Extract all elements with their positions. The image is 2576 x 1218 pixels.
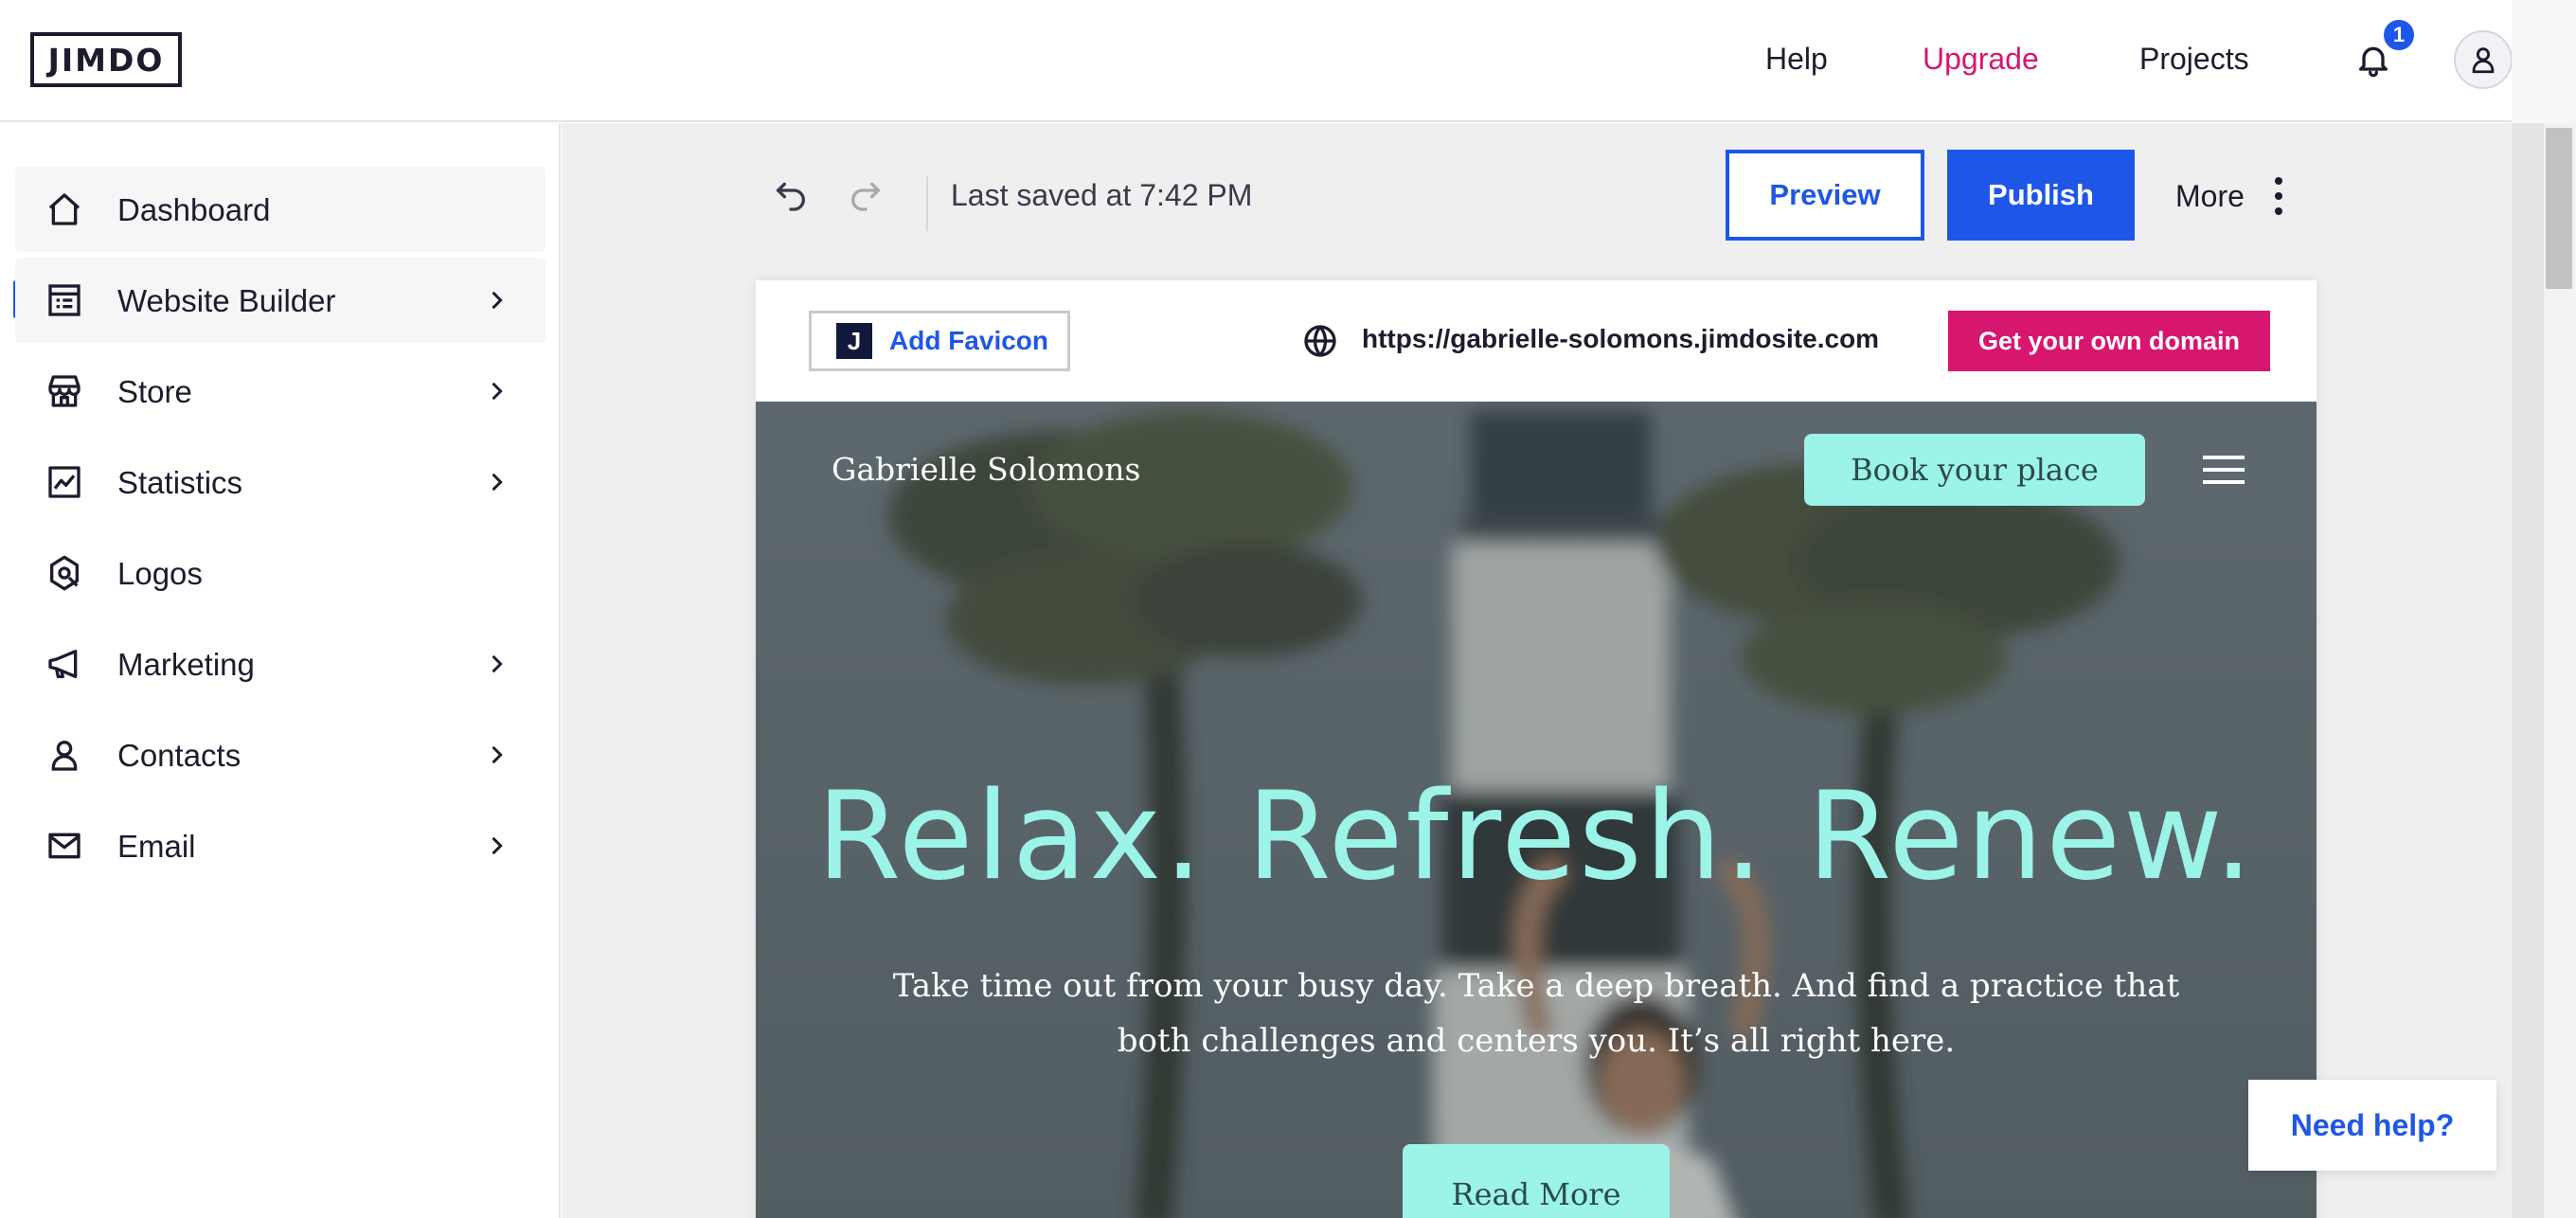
- sidebar-item-label: Marketing: [117, 647, 255, 682]
- chevron-right-icon: [492, 382, 503, 401]
- projects-link[interactable]: Projects: [2139, 42, 2249, 77]
- sidebar-item-label: Email: [117, 829, 196, 864]
- redo-icon[interactable]: [847, 176, 885, 214]
- upgrade-link[interactable]: Upgrade: [1923, 42, 2039, 77]
- preview-button[interactable]: Preview: [1726, 150, 1924, 241]
- sidebar-item-dashboard[interactable]: Dashboard: [15, 167, 546, 252]
- sidebar-item-statistics[interactable]: Statistics: [15, 439, 546, 525]
- chevron-right-icon: [492, 745, 503, 764]
- top-navigation-bar: JIMDO Help Upgrade Projects 1: [0, 0, 2576, 122]
- hero-headline[interactable]: Relax. Refresh. Renew.: [756, 766, 2317, 907]
- add-favicon-label: Add Favicon: [889, 326, 1049, 355]
- home-icon: [48, 193, 80, 225]
- site-preview: J Add Favicon https://gabrielle-solomons…: [756, 280, 2317, 1218]
- user-icon: [2472, 47, 2495, 74]
- sidebar-item-label: Website Builder: [117, 283, 336, 318]
- book-your-place-button[interactable]: Book your place: [1804, 434, 2145, 506]
- site-settings-bar: J Add Favicon https://gabrielle-solomons…: [756, 280, 2317, 402]
- vertical-dots-icon: [2274, 177, 2282, 215]
- scrollbar-track-top: [2512, 0, 2576, 123]
- last-saved-status: Last saved at 7:42 PM: [951, 178, 1253, 212]
- account-avatar[interactable]: [2454, 30, 2513, 89]
- chart-icon: [48, 466, 80, 498]
- megaphone-icon: [48, 650, 78, 678]
- sidebar-item-label: Logos: [117, 556, 203, 591]
- scrollbar-thumb[interactable]: [2546, 128, 2572, 289]
- help-link[interactable]: Help: [1765, 42, 1828, 77]
- add-favicon-button[interactable]: J Add Favicon: [809, 311, 1070, 371]
- sidebar-item-label: Contacts: [117, 738, 242, 773]
- sidebar-item-store[interactable]: Store: [15, 349, 546, 434]
- person-icon: [51, 741, 78, 771]
- logo-design-icon: [50, 555, 80, 591]
- sidebar-item-email[interactable]: Email: [15, 803, 546, 888]
- toolbar-divider: [926, 176, 928, 231]
- jimdo-logo[interactable]: JIMDO: [30, 32, 182, 87]
- sidebar-item-contacts[interactable]: Contacts: [15, 712, 546, 797]
- chevron-right-icon: [492, 291, 503, 310]
- editor-canvas: Last saved at 7:42 PM Preview Publish Mo…: [562, 123, 2512, 1218]
- store-icon: [48, 375, 80, 407]
- need-help-button[interactable]: Need help?: [2248, 1080, 2496, 1171]
- undo-icon[interactable]: [772, 176, 810, 214]
- hero-subtext[interactable]: Take time out from your busy day. Take a…: [869, 958, 2203, 1068]
- sidebar-item-website-builder[interactable]: Website Builder: [15, 258, 546, 343]
- sidebar-item-marketing[interactable]: Marketing: [15, 621, 546, 707]
- site-brand-name[interactable]: Gabrielle Solomons: [832, 451, 1140, 488]
- chevron-right-icon: [492, 473, 503, 492]
- publish-button[interactable]: Publish: [1947, 150, 2135, 241]
- site-url[interactable]: https://gabrielle-solomons.jimdosite.com: [1362, 324, 1879, 354]
- globe-icon: [1304, 325, 1336, 357]
- sidebar-item-label: Statistics: [117, 465, 243, 500]
- editor-scrollbar[interactable]: [2512, 123, 2544, 1218]
- sidebar-item-label: Dashboard: [117, 192, 271, 227]
- get-domain-button[interactable]: Get your own domain: [1948, 311, 2270, 371]
- more-label: More: [2175, 178, 2245, 213]
- hero-section: Gabrielle Solomons Book your place Relax…: [756, 402, 2317, 1218]
- mail-icon: [48, 833, 80, 859]
- notification-badge: 1: [2381, 17, 2417, 53]
- layout-icon: [48, 284, 80, 316]
- favicon-letter: J: [836, 323, 872, 359]
- read-more-button[interactable]: Read More: [1403, 1144, 1670, 1218]
- more-menu-button[interactable]: More: [2175, 172, 2284, 220]
- sidebar-item-logos[interactable]: Logos: [15, 530, 546, 616]
- hamburger-menu-icon[interactable]: [2203, 454, 2245, 486]
- chevron-right-icon: [492, 836, 503, 855]
- chevron-right-icon: [492, 654, 503, 673]
- sidebar-item-label: Store: [117, 374, 192, 409]
